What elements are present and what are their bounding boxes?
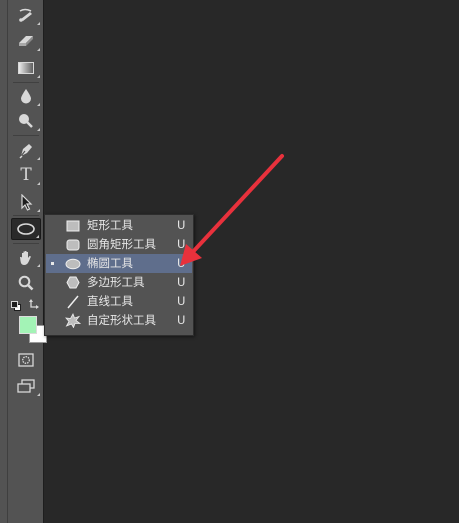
annotation-arrow [180,154,284,266]
